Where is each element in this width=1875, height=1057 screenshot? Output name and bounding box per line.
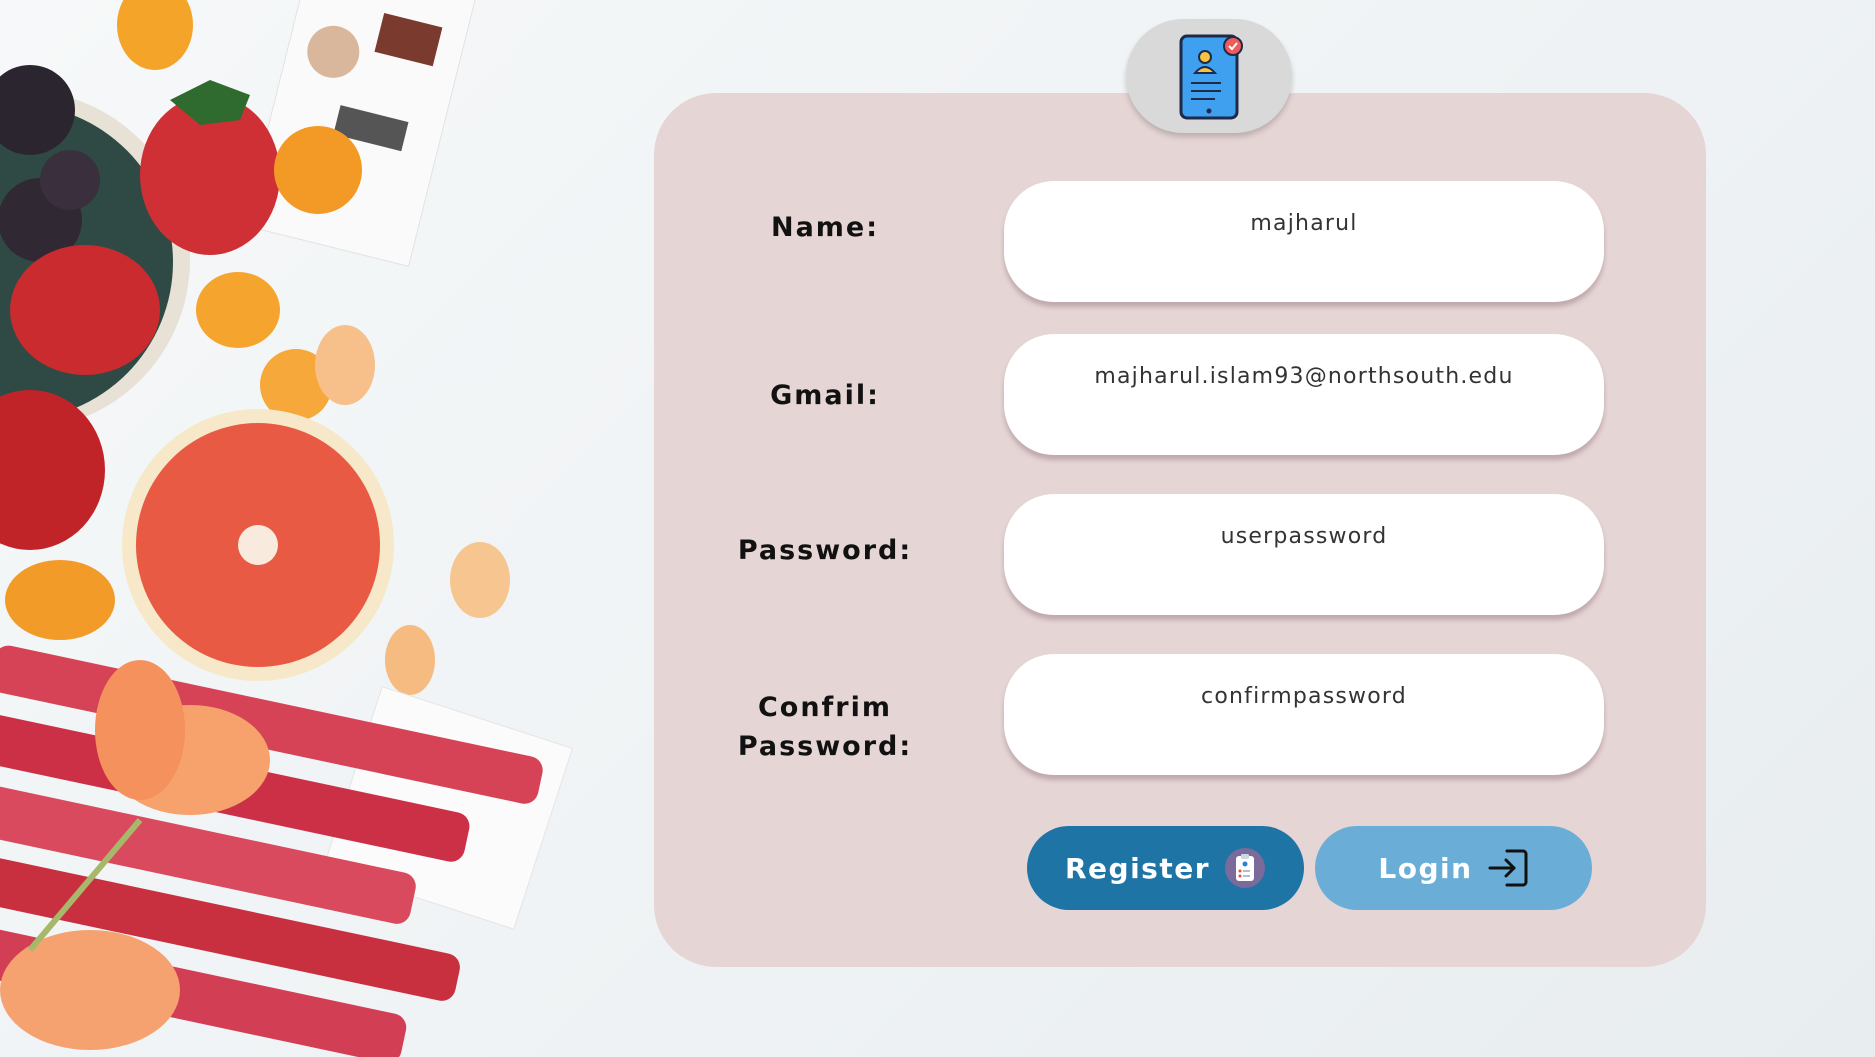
gmail-field[interactable]: majharul.islam93@northsouth.edu: [1004, 334, 1604, 455]
fruit-decoration-image: [0, 0, 600, 1057]
gmail-label: Gmail:: [770, 380, 880, 411]
password-field[interactable]: userpassword: [1004, 494, 1604, 615]
name-label: Name:: [770, 212, 880, 243]
mobile-profile-form-icon: [1179, 34, 1243, 120]
login-label: Login: [1378, 851, 1473, 885]
gmail-value: majharul.islam93@northsouth.edu: [1094, 364, 1514, 389]
login-button[interactable]: Login: [1315, 826, 1592, 910]
clipboard-icon: [1225, 848, 1266, 888]
confirm-label-line2: Password:: [737, 731, 913, 762]
register-button[interactable]: Register: [1027, 826, 1304, 910]
profile-badge: [1126, 19, 1292, 133]
name-value: majharul: [1250, 211, 1358, 236]
confirm-password-value: confirmpassword: [1201, 684, 1407, 709]
register-label: Register: [1064, 851, 1211, 885]
name-field[interactable]: majharul: [1004, 181, 1604, 302]
password-value: userpassword: [1220, 524, 1388, 549]
sign-in-icon: [1488, 849, 1528, 887]
confirm-password-field[interactable]: confirmpassword: [1004, 654, 1604, 775]
confirm-label-line1: Confrim: [757, 692, 893, 723]
password-label: Password:: [737, 535, 913, 566]
confirm-password-label: Confrim Password:: [730, 688, 920, 766]
